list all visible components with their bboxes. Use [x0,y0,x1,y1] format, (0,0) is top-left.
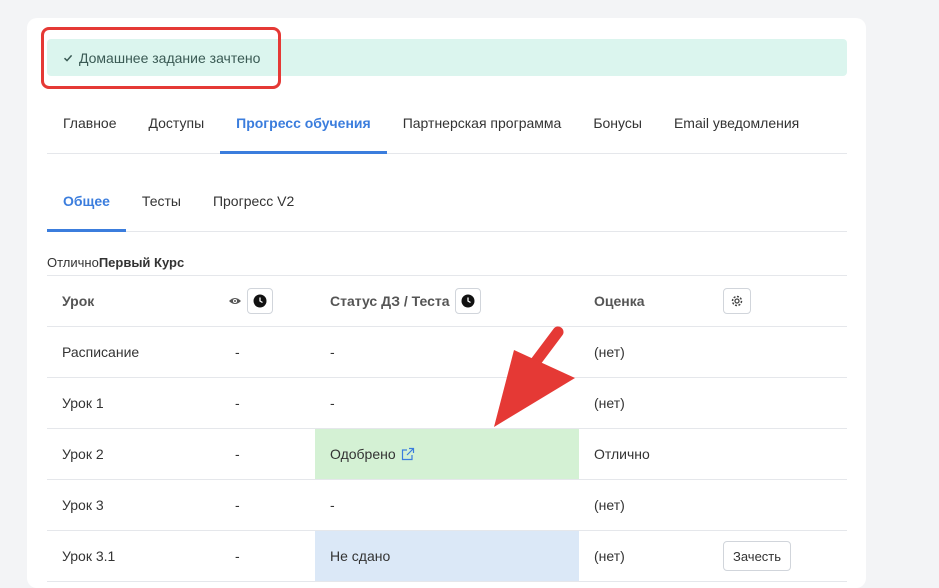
eye-icon [228,293,242,309]
header-lesson: Урок [62,293,95,309]
status-value: - [330,344,335,360]
tab-bonuses[interactable]: Бонусы [577,102,658,153]
settings-button[interactable] [723,288,751,314]
course-title-prefix: Отлично [47,255,99,270]
action-cell: Зачесть [723,531,833,581]
annotation-highlight-box [41,27,281,89]
clock-icon [461,294,475,308]
header-status-label: Статус ДЗ / Теста [330,293,450,309]
subtab-tests[interactable]: Тесты [126,180,197,231]
lesson-name: Урок 3 [62,497,104,513]
tab-email-notifications[interactable]: Email уведомления [658,102,815,153]
tab-access[interactable]: Доступы [133,102,221,153]
header-viewed [228,276,328,326]
subtab-general[interactable]: Общее [47,180,126,232]
table-row: Расписание - - (нет) [47,327,847,378]
viewed-value: - [235,395,240,411]
external-link-icon[interactable] [401,447,415,461]
grade-value: Отлично [594,446,650,462]
grade-value: (нет) [594,344,625,360]
viewed-value: - [235,344,240,360]
viewed-clock-button[interactable] [247,288,273,314]
content-card: Домашнее задание зачтено Главное Доступы… [27,18,866,588]
clock-icon [253,294,267,308]
progress-table: Урок Статус ДЗ / Теста Оценка Расписание… [47,275,847,582]
lesson-name: Урок 2 [62,446,104,462]
status-value: - [330,497,335,513]
viewed-value: - [235,446,240,462]
course-name: Первый Курс [98,255,185,270]
header-settings [723,276,833,326]
lesson-name: Урок 3.1 [62,548,116,564]
status-value: - [330,395,335,411]
table-row: Урок 3 - - (нет) [47,480,847,531]
grade-value: (нет) [594,497,625,513]
header-status: Статус ДЗ / Теста [315,276,579,326]
sub-tabs: Общее Тесты Прогресс V2 [47,180,847,232]
viewed-value: - [235,497,240,513]
accept-button[interactable]: Зачесть [723,541,792,571]
header-grade: Оценка [594,293,645,309]
viewed-value: - [235,548,240,564]
table-row: Урок 1 - - (нет) [47,378,847,429]
table-row: Урок 2 - Одобрено Отлично [47,429,847,480]
lesson-name: Расписание [62,344,140,360]
status-value: Одобрено [330,446,396,462]
status-clock-button[interactable] [454,288,481,314]
status-cell-not-submitted: Не сдано [315,531,579,581]
lesson-name: Урок 1 [62,395,104,411]
status-value: Не сдано [330,548,391,564]
status-cell-approved: Одобрено [315,429,579,479]
course-title: ОтличноПервый Курс [47,255,184,270]
grade-value: (нет) [594,395,625,411]
table-row: Урок 3.1 - Не сдано (нет) Зачесть [47,531,847,582]
main-tabs: Главное Доступы Прогресс обучения Партне… [47,102,847,154]
table-header-row: Урок Статус ДЗ / Теста Оценка [47,276,847,327]
tab-partner-program[interactable]: Партнерская программа [387,102,578,153]
tab-main[interactable]: Главное [47,102,133,153]
tab-learning-progress[interactable]: Прогресс обучения [220,102,387,154]
gear-icon [731,295,743,307]
grade-value: (нет) [594,548,625,564]
subtab-progress-v2[interactable]: Прогресс V2 [197,180,310,231]
